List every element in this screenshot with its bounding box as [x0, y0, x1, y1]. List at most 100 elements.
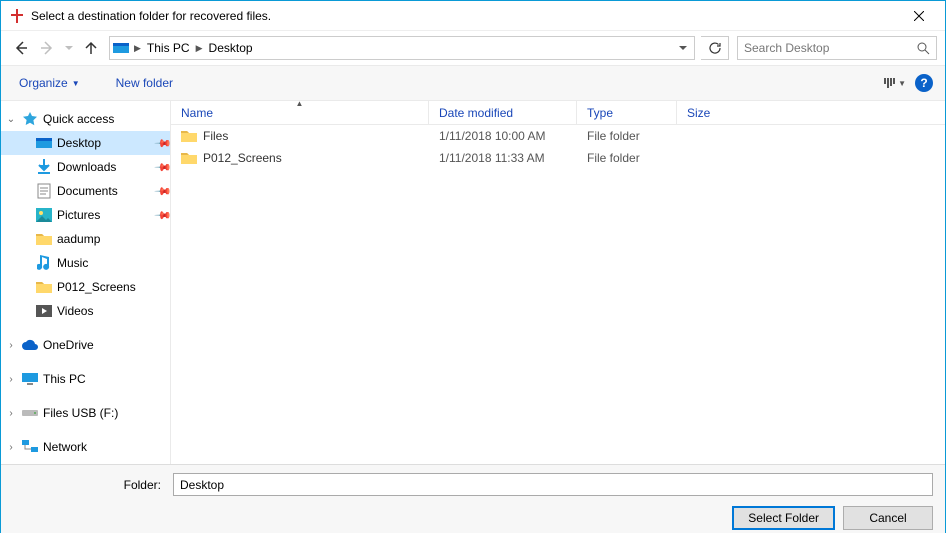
close-button[interactable]	[896, 1, 941, 30]
cancel-button[interactable]: Cancel	[843, 506, 933, 530]
tree-usb-drive[interactable]: › Files USB (F:)	[1, 401, 170, 425]
tree-item-videos[interactable]: Videos	[1, 299, 170, 323]
file-row[interactable]: Files 1/11/2018 10:00 AMFile folder	[171, 125, 945, 147]
nav-tree: ⌄ Quick access Desktop📌Downloads📌Documen…	[1, 101, 171, 464]
col-type[interactable]: Type	[577, 101, 677, 124]
tree-item-music[interactable]: Music	[1, 251, 170, 275]
search-input[interactable]	[744, 41, 917, 55]
tree-label: Desktop	[57, 136, 152, 150]
drive-icon	[21, 404, 39, 422]
up-button[interactable]	[79, 36, 103, 60]
file-type: File folder	[577, 129, 677, 143]
folder-label: Folder:	[13, 478, 165, 492]
tree-label: Music	[57, 256, 170, 270]
breadcrumb-sep: ▶	[194, 43, 205, 54]
pin-icon: 📌	[153, 181, 171, 200]
file-row[interactable]: P012_Screens1/11/2018 11:33 AMFile folde…	[171, 147, 945, 169]
recent-dropdown[interactable]	[61, 36, 77, 60]
forward-button[interactable]	[35, 36, 59, 60]
folder-icon	[35, 278, 53, 296]
tree-label: This PC	[43, 372, 170, 386]
this-pc-icon	[21, 370, 39, 388]
pin-icon: 📌	[153, 133, 171, 152]
tree-item-p012-screens[interactable]: P012_Screens	[1, 275, 170, 299]
tree-item-documents[interactable]: Documents📌	[1, 179, 170, 203]
quick-access-icon	[21, 110, 39, 128]
tree-label: P012_Screens	[57, 280, 170, 294]
tree-label: Downloads	[57, 160, 152, 174]
col-name-label: Name	[181, 106, 213, 120]
tree-label: Videos	[57, 304, 170, 318]
app-icon	[9, 8, 25, 24]
select-folder-button[interactable]: Select Folder	[732, 506, 835, 530]
tree-quick-access[interactable]: ⌄ Quick access	[1, 107, 170, 131]
col-size[interactable]: Size	[677, 101, 945, 124]
organize-label: Organize	[19, 76, 68, 90]
help-button[interactable]: ?	[915, 74, 933, 92]
tree-label: Documents	[57, 184, 152, 198]
tree-this-pc[interactable]: › This PC	[1, 367, 170, 391]
chevron-down-icon: ▼	[898, 79, 906, 88]
expander-icon[interactable]: ›	[5, 442, 17, 453]
breadcrumb-this-pc[interactable]: This PC	[143, 37, 194, 59]
folder-icon	[35, 230, 53, 248]
col-type-label: Type	[587, 106, 613, 120]
tree-label: Quick access	[43, 112, 170, 126]
main-area: ⌄ Quick access Desktop📌Downloads📌Documen…	[1, 101, 945, 464]
tree-label: Pictures	[57, 208, 152, 222]
tree-item-pictures[interactable]: Pictures📌	[1, 203, 170, 227]
back-button[interactable]	[9, 36, 33, 60]
window-title: Select a destination folder for recovere…	[31, 9, 896, 23]
col-name[interactable]: Name ▲	[171, 101, 429, 124]
col-date-label: Date modified	[439, 106, 513, 120]
pictures-icon	[35, 206, 53, 224]
folder-icon	[181, 129, 197, 143]
toolbar: Organize ▼ New folder ▼ ?	[1, 65, 945, 101]
tree-item-desktop[interactable]: Desktop📌	[1, 131, 170, 155]
search-icon	[917, 42, 930, 55]
breadcrumb-desktop[interactable]: Desktop	[205, 37, 257, 59]
file-type: File folder	[577, 151, 677, 165]
network-icon	[21, 438, 39, 456]
pin-icon: 📌	[153, 157, 171, 176]
file-date: 1/11/2018 10:00 AM	[429, 129, 577, 143]
address-bar[interactable]: ▶ This PC ▶ Desktop	[109, 36, 695, 60]
address-dropdown[interactable]	[674, 44, 692, 52]
view-mode-button[interactable]: ▼	[881, 75, 909, 91]
column-headers: Name ▲ Date modified Type Size	[171, 101, 945, 125]
tree-item-downloads[interactable]: Downloads📌	[1, 155, 170, 179]
nav-row: ▶ This PC ▶ Desktop	[1, 31, 945, 65]
search-box[interactable]	[737, 36, 937, 60]
breadcrumb-sep: ▶	[132, 43, 143, 54]
tree-onedrive[interactable]: › OneDrive	[1, 333, 170, 357]
refresh-button[interactable]	[701, 36, 729, 60]
organize-button[interactable]: Organize ▼	[13, 72, 86, 94]
expander-icon[interactable]: ›	[5, 408, 17, 419]
folder-icon	[181, 151, 197, 165]
col-date[interactable]: Date modified	[429, 101, 577, 124]
documents-icon	[35, 182, 53, 200]
expander-icon[interactable]: ›	[5, 374, 17, 385]
new-folder-button[interactable]: New folder	[110, 72, 179, 94]
chevron-down-icon: ▼	[72, 79, 80, 88]
videos-icon	[35, 302, 53, 320]
tree-network[interactable]: › Network	[1, 435, 170, 459]
music-icon	[35, 254, 53, 272]
tree-item-aadump[interactable]: aadump	[1, 227, 170, 251]
expander-icon[interactable]: ›	[5, 340, 17, 351]
file-name: P012_Screens	[203, 151, 282, 165]
downloads-icon	[35, 158, 53, 176]
tree-label: aadump	[57, 232, 170, 246]
sort-indicator-icon: ▲	[296, 99, 304, 108]
pin-icon: 📌	[153, 205, 171, 224]
new-folder-label: New folder	[116, 76, 173, 90]
desktop-icon	[35, 134, 53, 152]
expander-icon[interactable]: ⌄	[5, 114, 17, 125]
tree-label: Files USB (F:)	[43, 406, 170, 420]
file-name: Files	[203, 129, 228, 143]
onedrive-icon	[21, 336, 39, 354]
folder-input[interactable]	[173, 473, 933, 496]
location-icon	[112, 39, 130, 57]
tree-label: OneDrive	[43, 338, 170, 352]
file-list: Name ▲ Date modified Type Size Files 1/11…	[171, 101, 945, 464]
